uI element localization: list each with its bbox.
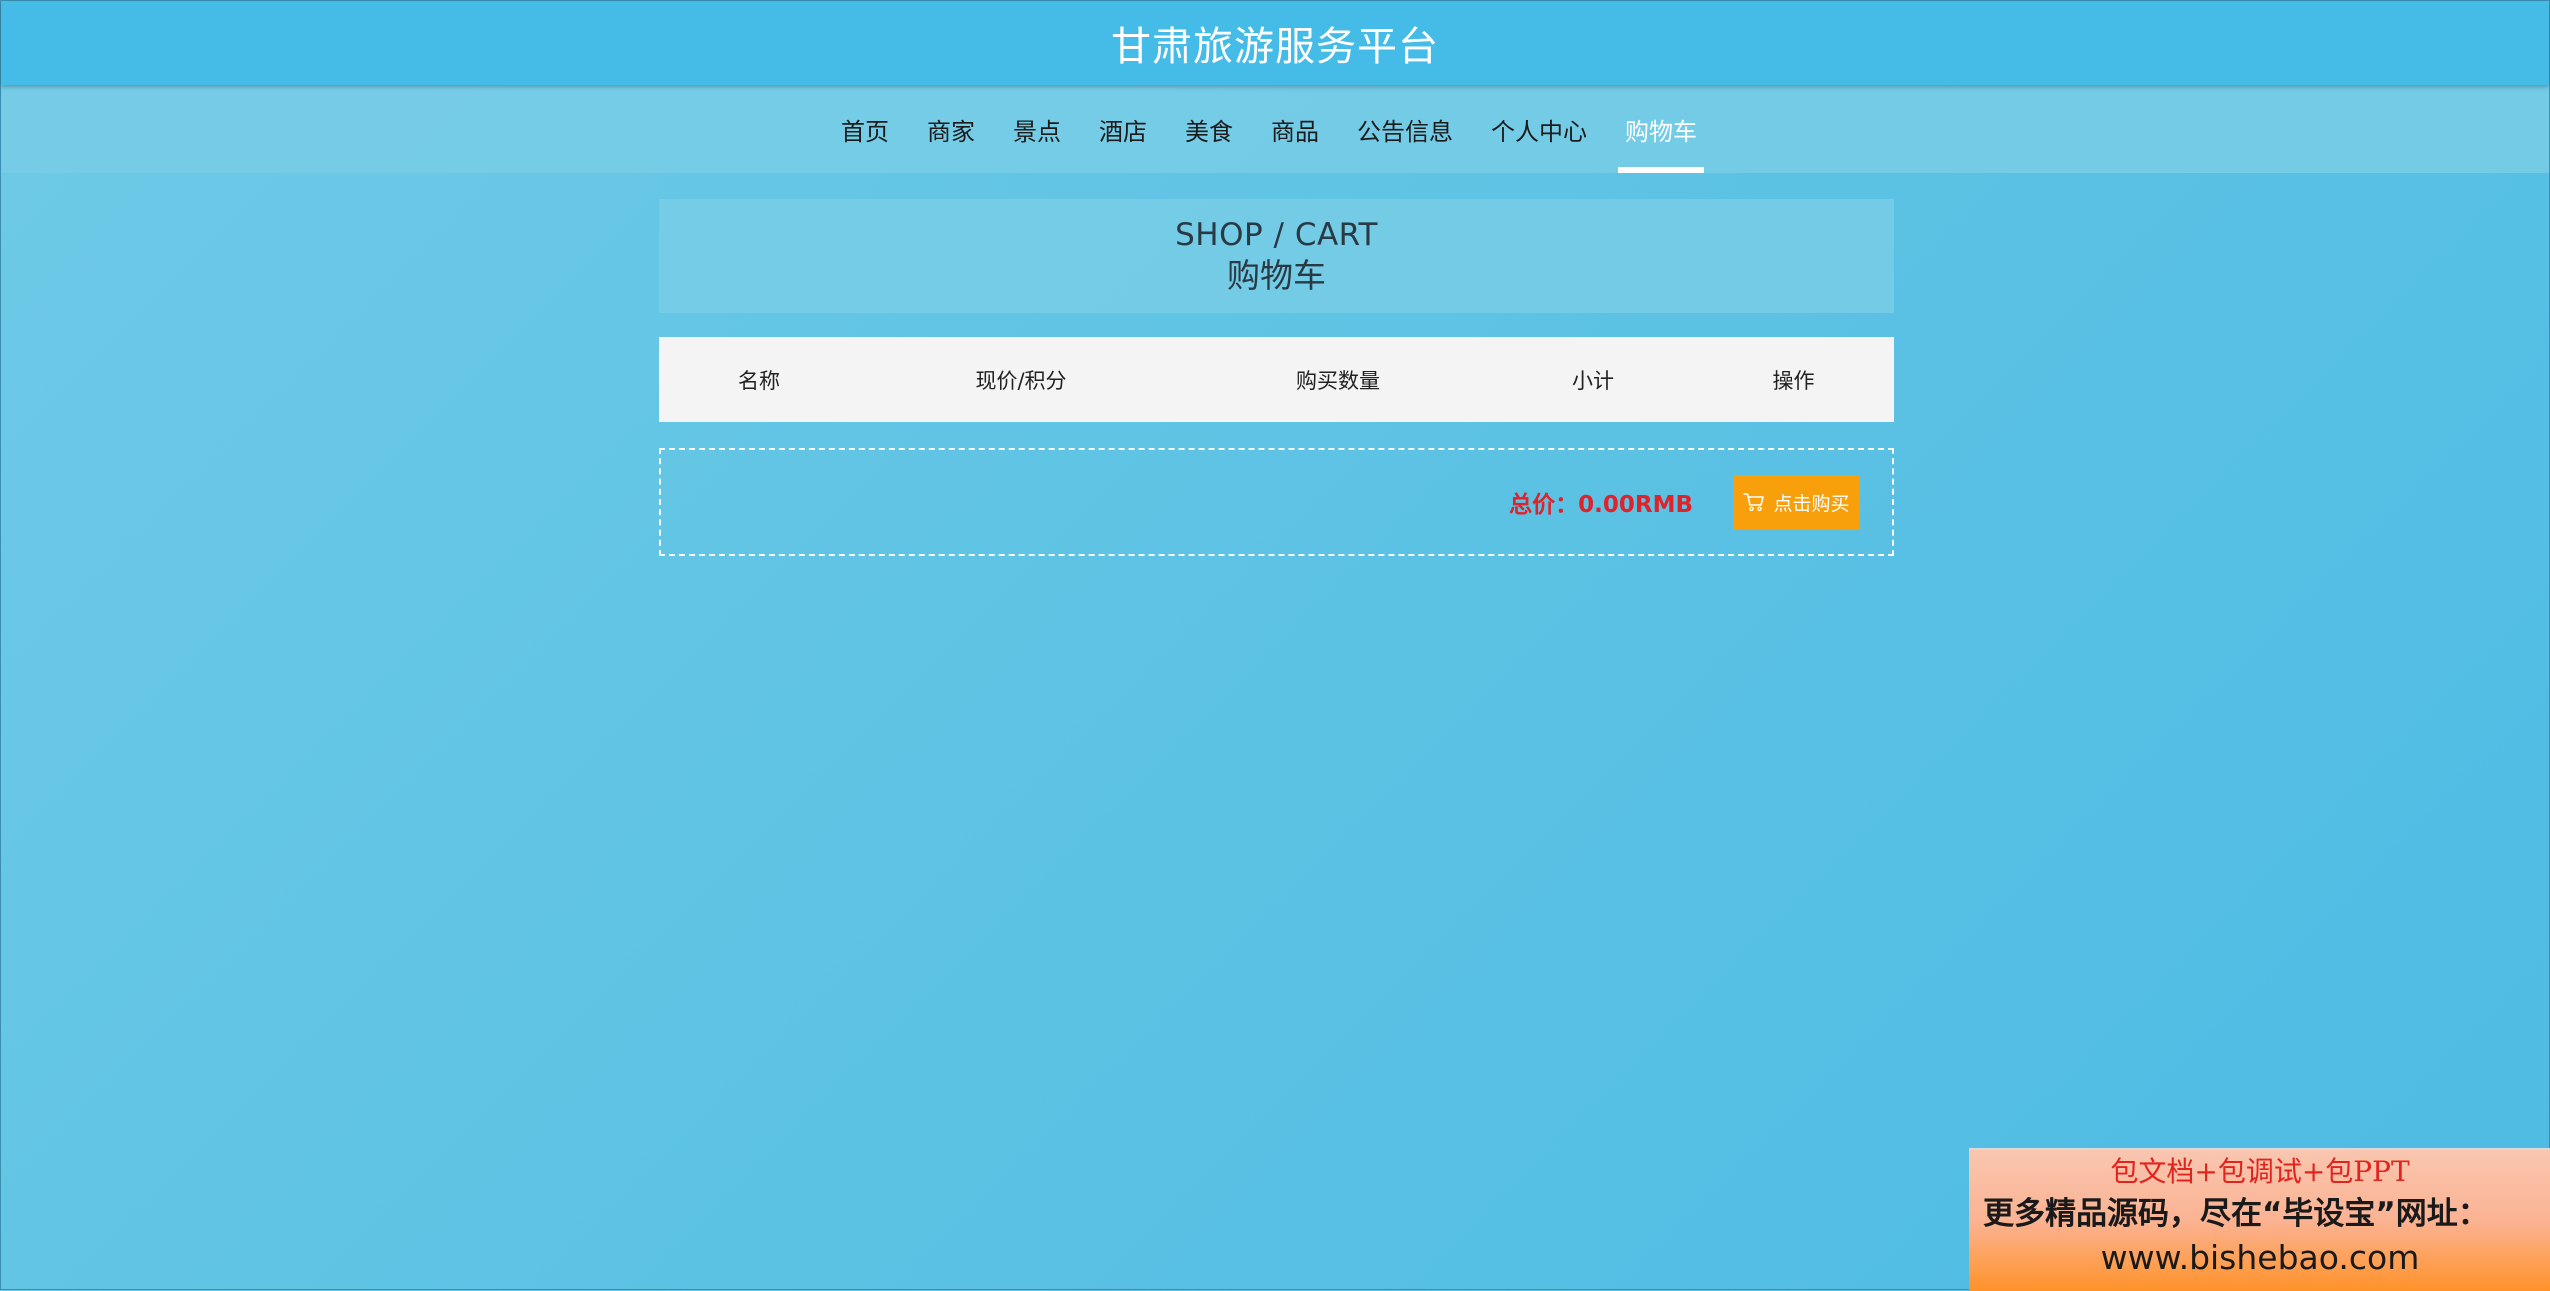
promo-line-2: 更多精品源码，尽在“毕设宝”网址： xyxy=(1983,1196,2489,1232)
column-header-price: 现价/积分 xyxy=(975,368,1067,393)
cart-table-header: 名称 现价/积分 购买数量 小计 操作 xyxy=(659,337,1894,422)
nav-item-attractions[interactable]: 景点 xyxy=(994,85,1080,173)
column-header-subtotal: 小计 xyxy=(1572,368,1614,393)
section-title-cn: 购物车 xyxy=(1227,256,1326,295)
section-title-box: SHOP / CART 购物车 xyxy=(659,199,1894,313)
nav-item-merchants[interactable]: 商家 xyxy=(908,85,994,173)
nav-item-products[interactable]: 商品 xyxy=(1252,85,1338,173)
nav-item-home[interactable]: 首页 xyxy=(822,85,908,173)
nav-item-hotels[interactable]: 酒店 xyxy=(1080,85,1166,173)
site-title: 甘肃旅游服务平台 xyxy=(1111,24,1439,70)
nav-item-announcements[interactable]: 公告信息 xyxy=(1338,85,1472,173)
buy-button-label: 点击购买 xyxy=(1773,493,1850,515)
main-nav: 首页 商家 景点 酒店 美食 商品 公告信息 个人中心 购物车 xyxy=(1,85,2549,173)
cart-icon xyxy=(1743,492,1773,512)
total-price: 总价：0.00RMB xyxy=(1509,492,1693,518)
nav-item-user-center[interactable]: 个人中心 xyxy=(1472,85,1606,173)
nav-item-food[interactable]: 美食 xyxy=(1166,85,1252,173)
buy-button[interactable]: 点击购买 xyxy=(1733,474,1860,530)
promo-banner: 包文档+包调试+包PPT 更多精品源码，尽在“毕设宝”网址： www.bishe… xyxy=(1969,1148,2550,1291)
column-header-name: 名称 xyxy=(738,368,780,393)
column-header-actions: 操作 xyxy=(1772,368,1815,393)
column-header-quantity: 购买数量 xyxy=(1296,368,1380,393)
cart-summary: 总价：0.00RMB 点击购买 xyxy=(659,448,1894,556)
promo-line-1: 包文档+包调试+包PPT xyxy=(2110,1155,2410,1188)
site-header: 甘肃旅游服务平台 xyxy=(1,1,2549,85)
nav-item-cart[interactable]: 购物车 xyxy=(1606,85,1716,173)
nav-list: 首页 商家 景点 酒店 美食 商品 公告信息 个人中心 购物车 xyxy=(822,85,1716,173)
section-title-en: SHOP / CART xyxy=(1175,217,1378,253)
cart-section: SHOP / CART 购物车 名称 现价/积分 购买数量 小计 操作 总价：0… xyxy=(659,199,1894,556)
promo-website: www.bishebao.com xyxy=(2100,1238,2420,1277)
